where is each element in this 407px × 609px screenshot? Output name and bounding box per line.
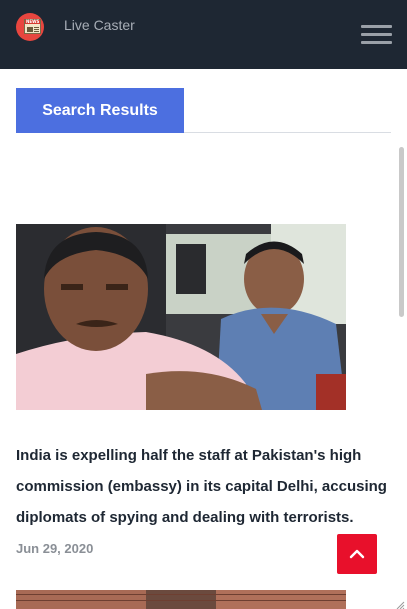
main-content: Search Results India is expelling half t…	[0, 69, 407, 609]
article-image[interactable]	[16, 590, 346, 609]
hamburger-menu-icon[interactable]	[361, 25, 392, 45]
chevron-up-icon	[349, 549, 365, 559]
article-title[interactable]: India is expelling half the staff at Pak…	[16, 440, 391, 533]
article-image[interactable]	[16, 224, 346, 410]
man-in-car-photo	[16, 224, 346, 410]
logo-text: NEWS	[26, 19, 40, 24]
scroll-to-top-button[interactable]	[337, 534, 377, 574]
resize-grip-icon[interactable]	[395, 597, 405, 609]
article-date: Jun 29, 2020	[16, 541, 94, 556]
newspaper-shape: NEWS	[24, 19, 41, 34]
newspaper-logo-icon[interactable]: NEWS	[16, 13, 44, 41]
shop-shutters-photo	[16, 590, 346, 609]
top-navbar: NEWS Live Caster	[0, 0, 407, 69]
results-tab-bar: Search Results	[16, 88, 391, 133]
tab-search-results[interactable]: Search Results	[16, 88, 184, 133]
scrollbar-thumb[interactable]	[399, 147, 404, 317]
brand-name[interactable]: Live Caster	[64, 17, 135, 33]
